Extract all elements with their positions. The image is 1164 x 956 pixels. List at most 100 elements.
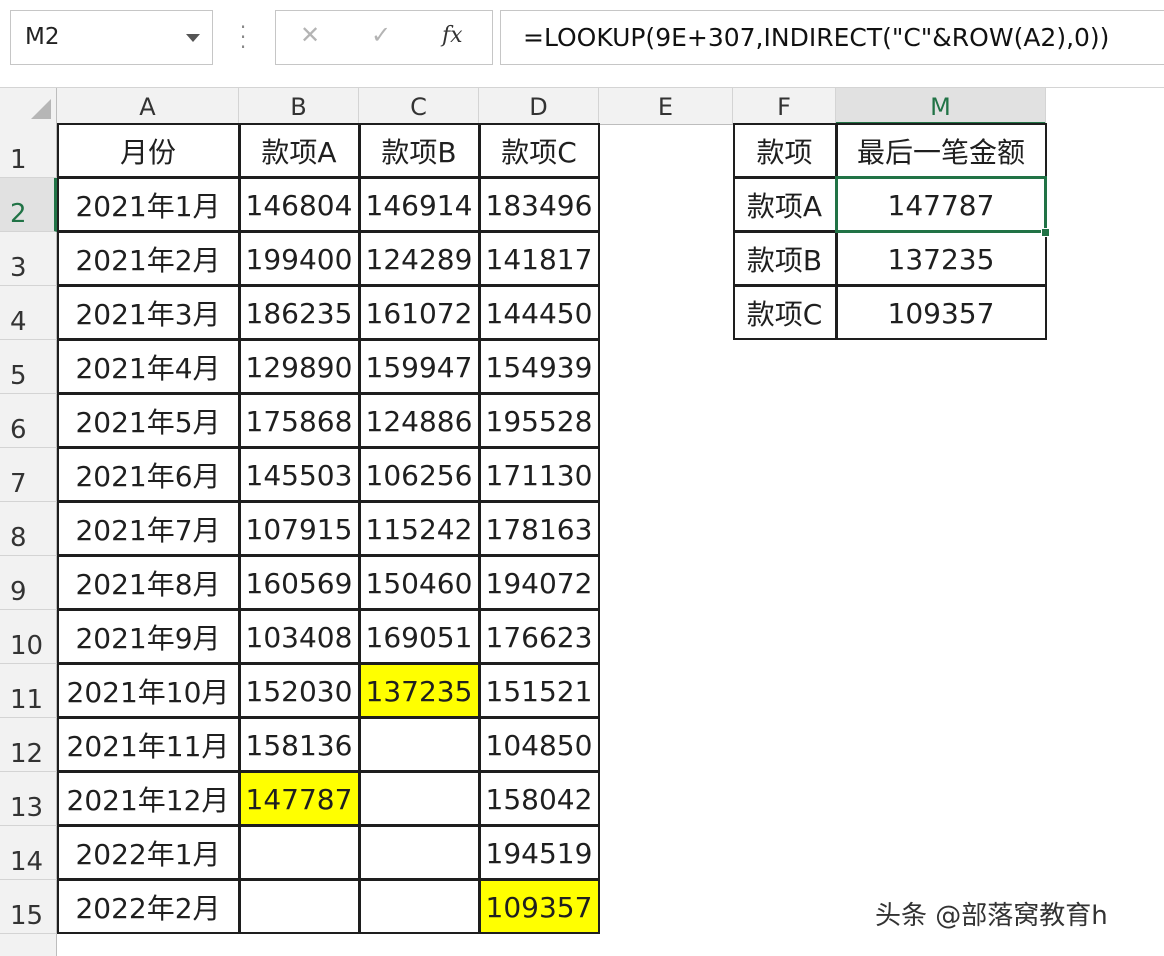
row-header-3[interactable]: 3 <box>0 232 57 286</box>
summary-cell-m4[interactable]: 109357 <box>836 286 1046 340</box>
data-cell-a10[interactable]: 2021年9月 <box>57 610 239 664</box>
data-cell-d7[interactable]: 171130 <box>479 448 599 502</box>
row-header-16[interactable]: 16 <box>0 934 57 956</box>
data-cell-b13[interactable]: 147787 <box>239 772 359 826</box>
row-header-14[interactable]: 14 <box>0 826 57 880</box>
data-cell-b14[interactable] <box>239 826 359 880</box>
data-cell-a15[interactable]: 2022年2月 <box>57 880 239 934</box>
data-cell-b9[interactable]: 160569 <box>239 556 359 610</box>
data-cell-a3[interactable]: 2021年2月 <box>57 232 239 286</box>
data-cell-d8[interactable]: 178163 <box>479 502 599 556</box>
name-box[interactable]: M2 <box>10 10 213 65</box>
data-cell-a8[interactable]: 2021年7月 <box>57 502 239 556</box>
data-cell-c7[interactable]: 106256 <box>359 448 479 502</box>
summary-cell-f3[interactable]: 款项B <box>733 232 836 286</box>
insert-function-icon[interactable]: fx <box>442 23 463 48</box>
data-cell-c5[interactable]: 159947 <box>359 340 479 394</box>
column-header-b[interactable]: B <box>239 88 359 125</box>
data-cell-b7[interactable]: 145503 <box>239 448 359 502</box>
column-header-a[interactable]: A <box>57 88 239 125</box>
row-header-5[interactable]: 5 <box>0 340 57 394</box>
data-cell-d2[interactable]: 183496 <box>479 178 599 232</box>
row-header-2[interactable]: 2 <box>0 178 57 232</box>
data-cell-c11[interactable]: 137235 <box>359 664 479 718</box>
row-header-11[interactable]: 11 <box>0 664 57 718</box>
data-cell-b8[interactable]: 107915 <box>239 502 359 556</box>
data-cell-d4[interactable]: 144450 <box>479 286 599 340</box>
data-cell-a11[interactable]: 2021年10月 <box>57 664 239 718</box>
formula-input[interactable]: =LOOKUP(9E+307,INDIRECT("C"&ROW(A2),0)) <box>500 10 1164 65</box>
row-header-8[interactable]: 8 <box>0 502 57 556</box>
data-cell-c9[interactable]: 150460 <box>359 556 479 610</box>
summary-cell-m3[interactable]: 137235 <box>836 232 1046 286</box>
data-cell-c2[interactable]: 146914 <box>359 178 479 232</box>
data-cell-d3[interactable]: 141817 <box>479 232 599 286</box>
data-cell-b11[interactable]: 152030 <box>239 664 359 718</box>
data-cell-c13[interactable] <box>359 772 479 826</box>
data-cell-b2[interactable]: 146804 <box>239 178 359 232</box>
enter-icon[interactable]: ✓ <box>371 21 391 49</box>
data-cell-d6[interactable]: 195528 <box>479 394 599 448</box>
data-cell-d5[interactable]: 154939 <box>479 340 599 394</box>
chevron-down-icon[interactable] <box>186 34 200 42</box>
data-cell-a7[interactable]: 2021年6月 <box>57 448 239 502</box>
data-cell-b3[interactable]: 199400 <box>239 232 359 286</box>
data-cell-a6[interactable]: 2021年5月 <box>57 394 239 448</box>
data-cell-c4[interactable]: 161072 <box>359 286 479 340</box>
data-cell-d10[interactable]: 176623 <box>479 610 599 664</box>
data-cell-d13[interactable]: 158042 <box>479 772 599 826</box>
select-all-corner[interactable] <box>0 88 57 125</box>
column-header-f[interactable]: F <box>733 88 836 125</box>
data-cell-a9[interactable]: 2021年8月 <box>57 556 239 610</box>
header-cell-a1[interactable]: 月份 <box>57 124 239 178</box>
data-cell-d11[interactable]: 151521 <box>479 664 599 718</box>
column-header-e[interactable]: E <box>599 88 733 125</box>
row-number: 1 <box>10 145 27 175</box>
data-cell-b12[interactable]: 158136 <box>239 718 359 772</box>
data-cell-b5[interactable]: 129890 <box>239 340 359 394</box>
data-cell-c14[interactable] <box>359 826 479 880</box>
data-cell-c3[interactable]: 124289 <box>359 232 479 286</box>
row-header-9[interactable]: 9 <box>0 556 57 610</box>
row-header-7[interactable]: 7 <box>0 448 57 502</box>
data-cell-b6[interactable]: 175868 <box>239 394 359 448</box>
data-cell-a14[interactable]: 2022年1月 <box>57 826 239 880</box>
summary-header-f1[interactable]: 款项 <box>733 124 836 178</box>
summary-cell-f2[interactable]: 款项A <box>733 178 836 232</box>
data-cell-c10[interactable]: 169051 <box>359 610 479 664</box>
row-header-15[interactable]: 15 <box>0 880 57 934</box>
data-cell-d12[interactable]: 104850 <box>479 718 599 772</box>
summary-cell-f4[interactable]: 款项C <box>733 286 836 340</box>
row-header-6[interactable]: 6 <box>0 394 57 448</box>
data-cell-b4[interactable]: 186235 <box>239 286 359 340</box>
fill-handle[interactable] <box>1041 228 1050 237</box>
header-cell-c1[interactable]: 款项B <box>359 124 479 178</box>
row-header-13[interactable]: 13 <box>0 772 57 826</box>
summary-header-m1[interactable]: 最后一笔金额 <box>836 124 1046 178</box>
data-cell-c8[interactable]: 115242 <box>359 502 479 556</box>
row-header-1[interactable]: 1 <box>0 124 57 178</box>
data-cell-d15[interactable]: 109357 <box>479 880 599 934</box>
column-header-c[interactable]: C <box>359 88 479 125</box>
data-cell-a4[interactable]: 2021年3月 <box>57 286 239 340</box>
data-cell-a12[interactable]: 2021年11月 <box>57 718 239 772</box>
data-cell-a5[interactable]: 2021年4月 <box>57 340 239 394</box>
data-cell-c12[interactable] <box>359 718 479 772</box>
data-cell-c15[interactable] <box>359 880 479 934</box>
column-header-m[interactable]: M <box>836 88 1046 125</box>
row-header-12[interactable]: 12 <box>0 718 57 772</box>
data-cell-a2[interactable]: 2021年1月 <box>57 178 239 232</box>
data-cell-b15[interactable] <box>239 880 359 934</box>
data-cell-a13[interactable]: 2021年12月 <box>57 772 239 826</box>
column-header-d[interactable]: D <box>479 88 599 125</box>
data-cell-c6[interactable]: 124886 <box>359 394 479 448</box>
row-header-10[interactable]: 10 <box>0 610 57 664</box>
data-cell-d9[interactable]: 194072 <box>479 556 599 610</box>
row-header-4[interactable]: 4 <box>0 286 57 340</box>
header-cell-d1[interactable]: 款项C <box>479 124 599 178</box>
more-vert-icon[interactable]: · · · <box>233 17 253 57</box>
header-cell-b1[interactable]: 款项A <box>239 124 359 178</box>
data-cell-b10[interactable]: 103408 <box>239 610 359 664</box>
cancel-icon[interactable]: ✕ <box>300 21 320 49</box>
data-cell-d14[interactable]: 194519 <box>479 826 599 880</box>
